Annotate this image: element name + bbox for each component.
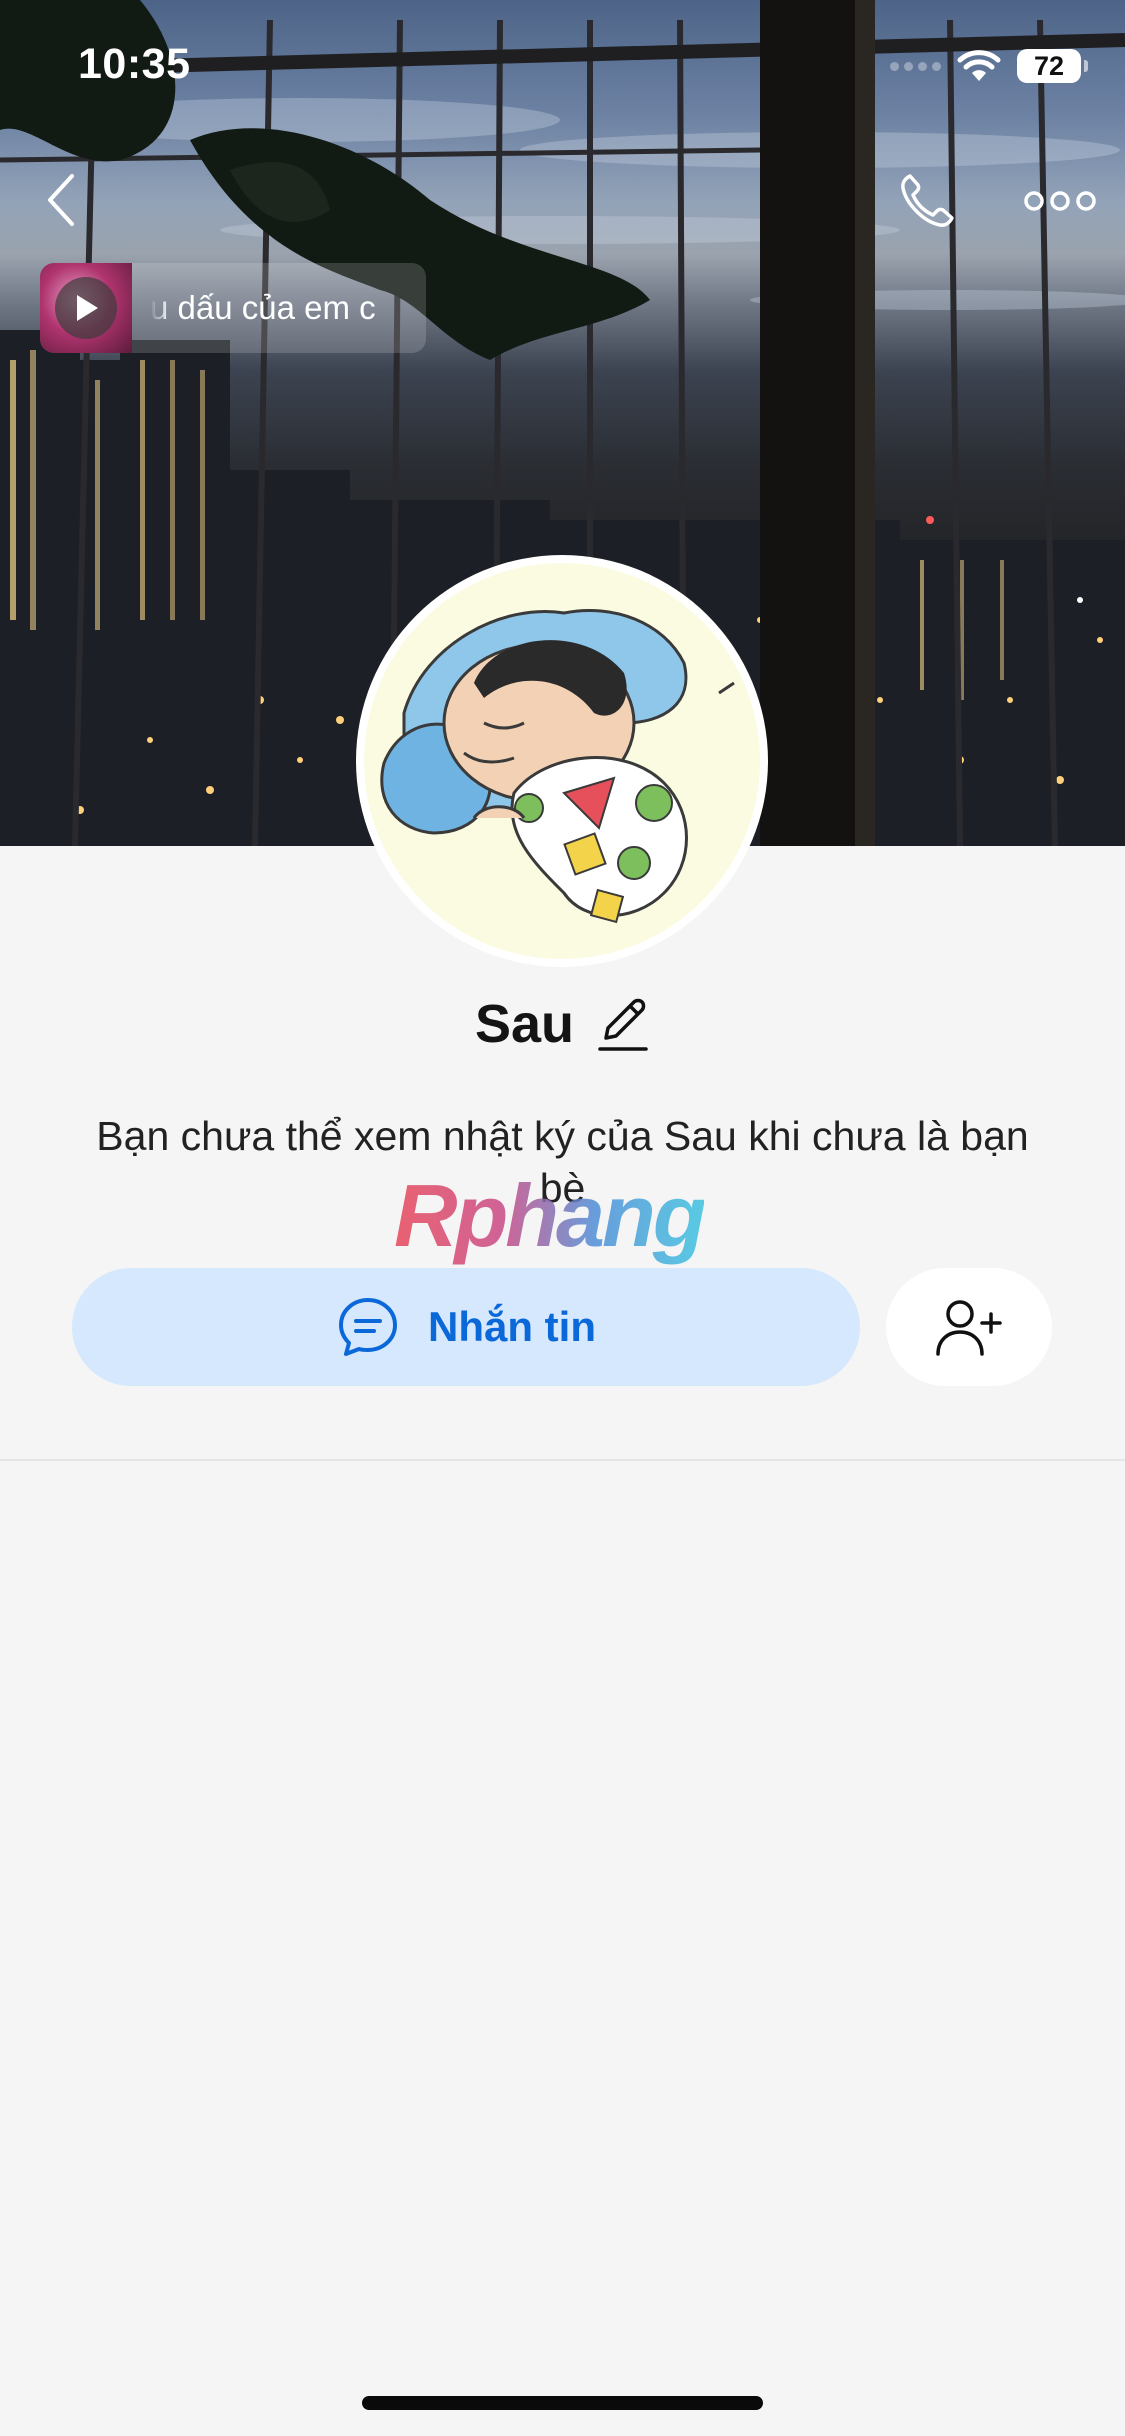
profile-name-row: Sau — [0, 993, 1125, 1055]
play-icon — [77, 295, 98, 321]
profile-screen: 10:35 72 u dấu của em c Sau Bạn chưa thể… — [0, 0, 1125, 2436]
profile-music-player[interactable]: u dấu của em c — [40, 263, 426, 353]
more-button[interactable] — [1018, 174, 1102, 228]
back-button[interactable] — [30, 168, 94, 232]
avatar-illustration — [380, 608, 735, 924]
watermark-logo: Rphang — [394, 1166, 707, 1265]
home-indicator[interactable] — [362, 2396, 763, 2410]
edit-name-button[interactable] — [596, 994, 650, 1054]
message-button[interactable]: Nhắn tin — [72, 1268, 860, 1386]
status-icons: 72 — [890, 46, 1088, 86]
chevron-left-icon — [48, 174, 74, 226]
message-button-label: Nhắn tin — [428, 1303, 596, 1350]
section-divider — [0, 1459, 1125, 1461]
cellular-signal-icon — [890, 61, 941, 71]
avatar[interactable] — [356, 555, 768, 967]
status-time: 10:35 — [78, 40, 191, 88]
music-play-button[interactable] — [55, 277, 117, 339]
avatar-image — [364, 563, 760, 959]
music-thumbnail — [40, 263, 132, 353]
add-friend-button[interactable] — [886, 1268, 1052, 1386]
more-horizontal-icon — [1024, 191, 1096, 211]
wifi-icon — [957, 50, 1001, 81]
call-button[interactable] — [890, 164, 964, 238]
user-plus-icon — [936, 1300, 1002, 1356]
pencil-icon — [598, 998, 648, 1051]
chat-bubble-icon — [339, 1298, 397, 1356]
phone-icon — [901, 174, 954, 227]
battery-indicator: 72 — [1017, 49, 1088, 83]
music-song-title: u dấu của em c — [150, 289, 376, 326]
profile-name: Sau — [474, 994, 575, 1054]
